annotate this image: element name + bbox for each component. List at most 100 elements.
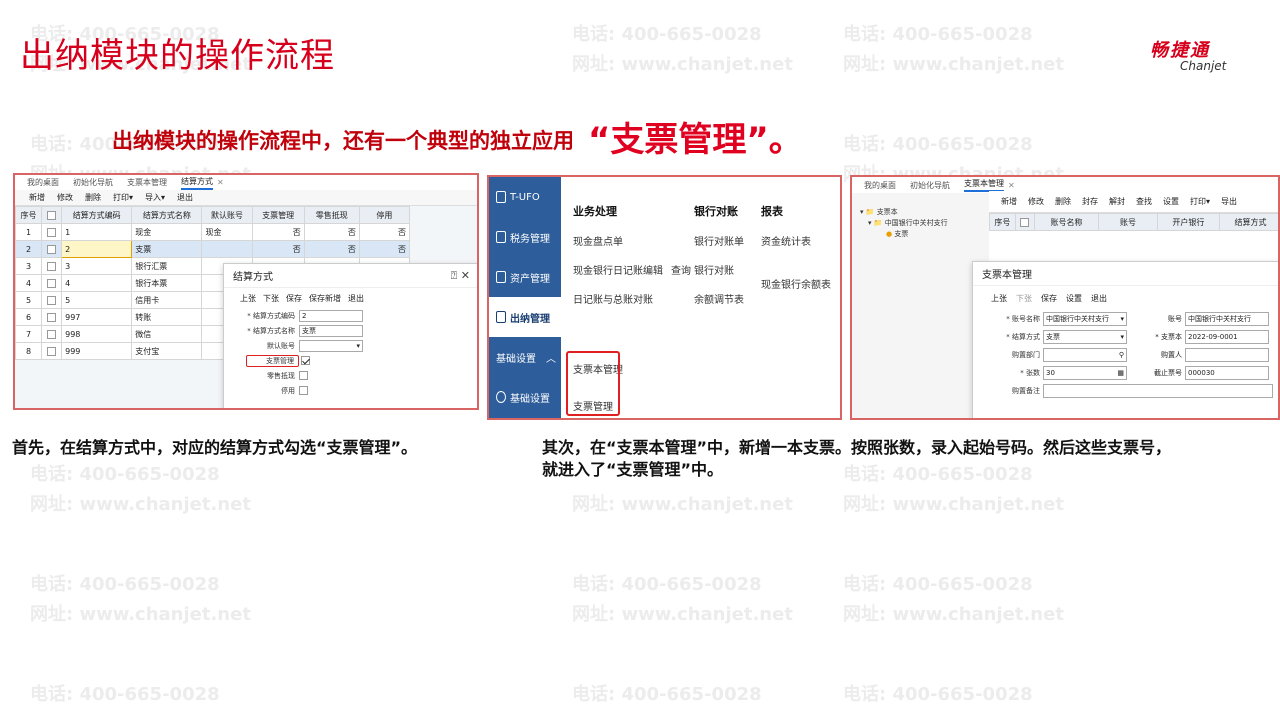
col-select[interactable]: [1014, 213, 1035, 231]
tab-init-nav[interactable]: 初始化导航: [910, 180, 950, 191]
acct-name-label: * 账号名称: [1006, 315, 1040, 323]
menu-query[interactable]: 查询: [671, 266, 691, 277]
import-button[interactable]: 导入▾: [145, 192, 165, 203]
row-checkbox-cell[interactable]: [41, 223, 63, 241]
col-select[interactable]: [41, 206, 63, 224]
tab-desktop[interactable]: 我的桌面: [864, 180, 896, 191]
cash-checkbox[interactable]: [299, 371, 308, 380]
new-button[interactable]: 新增: [1001, 196, 1017, 207]
menu-bank-reconcile[interactable]: 银行对账: [694, 262, 744, 277]
menu-balance-report[interactable]: 现金银行余额表: [761, 276, 831, 291]
table-row[interactable]: 1 1 现金 现金否否否: [15, 223, 411, 241]
nav-tufo[interactable]: T-UFO: [489, 177, 561, 217]
find-button[interactable]: 查找: [1136, 196, 1152, 207]
checkbook-tree: ▾ 📁 支票本 ▾ 📁 中国银行中关村支行 ● 支票: [860, 207, 948, 240]
menu-journal-edit[interactable]: 现金银行日记账编辑 查询: [573, 262, 691, 277]
edit-button[interactable]: 修改: [1028, 196, 1044, 207]
nav-tax[interactable]: 税务管理: [489, 217, 561, 257]
row-checkbox-cell[interactable]: [41, 325, 63, 343]
next-button[interactable]: 下张: [263, 293, 279, 304]
acct-name-select[interactable]: 中国银行中关村支行 ▾: [1043, 312, 1127, 326]
prev-button[interactable]: 上张: [991, 293, 1007, 304]
select-all-checkbox[interactable]: [1020, 217, 1030, 227]
export-button[interactable]: 导出: [1221, 196, 1237, 207]
close-icon[interactable]: ✕: [217, 178, 224, 187]
print-button[interactable]: 打印▾: [1190, 196, 1210, 207]
tab-checkbook[interactable]: 支票本管理: [964, 178, 1004, 192]
exit-button[interactable]: 退出: [1091, 293, 1107, 304]
row-checkbox-cell[interactable]: [41, 291, 63, 309]
table-row[interactable]: 2 2 支票否否否: [15, 240, 411, 258]
dept-input[interactable]: ⚲: [1043, 348, 1127, 362]
seal-button[interactable]: 封存: [1082, 196, 1098, 207]
search-icon[interactable]: ⚲: [1119, 349, 1124, 361]
count-input[interactable]: 30 ▦: [1043, 366, 1127, 380]
col-header: 开户银行: [1156, 213, 1220, 231]
delete-button[interactable]: 删除: [85, 192, 101, 203]
save-button[interactable]: 保存: [286, 293, 302, 304]
select-all-checkbox[interactable]: [47, 210, 57, 220]
next-button[interactable]: 下张: [1016, 293, 1032, 304]
tree-bank[interactable]: ▾ 📁 中国银行中关村支行: [860, 218, 948, 229]
calculator-icon[interactable]: ▦: [1117, 367, 1124, 379]
row-checkbox[interactable]: [47, 295, 57, 305]
account-select[interactable]: ▾: [299, 339, 363, 352]
code-input[interactable]: 2: [299, 309, 363, 322]
tree-check[interactable]: ● 支票: [860, 229, 948, 240]
nav-cashier[interactable]: 出纳管理: [489, 297, 561, 337]
end-input[interactable]: 000030: [1185, 366, 1269, 380]
row-checkbox[interactable]: [47, 312, 57, 322]
tab-init-nav[interactable]: 初始化导航: [73, 177, 113, 188]
account-label: 默认账号: [267, 341, 295, 350]
buyer-input[interactable]: [1185, 348, 1269, 362]
prev-button[interactable]: 上张: [240, 293, 256, 304]
row-checkbox[interactable]: [47, 346, 57, 356]
tab-settlement[interactable]: 结算方式: [181, 176, 213, 190]
settings-icon: [496, 391, 506, 403]
check-mgmt-checkbox[interactable]: [301, 356, 310, 365]
exit-button[interactable]: 退出: [348, 293, 364, 304]
nav-basic[interactable]: 基础设置 ︿: [489, 337, 561, 377]
row-checkbox[interactable]: [47, 244, 57, 254]
tab-desktop[interactable]: 我的桌面: [27, 177, 59, 188]
row-checkbox-cell[interactable]: [41, 308, 63, 326]
row-checkbox-cell[interactable]: [41, 257, 63, 275]
menu-cash-count[interactable]: 现金盘点单: [573, 233, 691, 248]
note-label: 购置备注: [1012, 387, 1040, 395]
settings-button[interactable]: 设置: [1066, 293, 1082, 304]
nav-asset[interactable]: 资产管理: [489, 257, 561, 297]
name-input[interactable]: 支票: [299, 324, 363, 337]
tab-checkbook[interactable]: 支票本管理: [127, 177, 167, 188]
new-button[interactable]: 新增: [29, 192, 45, 203]
row-checkbox[interactable]: [47, 227, 57, 237]
help-close-icon[interactable]: ⍰ ✕: [451, 269, 470, 283]
unseal-button[interactable]: 解封: [1109, 196, 1125, 207]
row-checkbox[interactable]: [47, 261, 57, 271]
stop-checkbox[interactable]: [299, 386, 308, 395]
delete-button[interactable]: 删除: [1055, 196, 1071, 207]
print-button[interactable]: 打印▾: [113, 192, 133, 203]
settle-select[interactable]: 支票 ▾: [1043, 330, 1127, 344]
settings-button[interactable]: 设置: [1163, 196, 1179, 207]
note-input[interactable]: [1043, 384, 1273, 398]
caption-step2-line2: 就进入了“支票管理”中。: [542, 460, 724, 479]
row-checkbox[interactable]: [47, 329, 57, 339]
check-mgmt-label: 支票管理: [246, 354, 299, 367]
row-checkbox[interactable]: [47, 278, 57, 288]
exit-button[interactable]: 退出: [177, 192, 193, 203]
book-input[interactable]: 2022-09-0001: [1185, 330, 1269, 344]
menu-fund-stats[interactable]: 资金统计表: [761, 233, 831, 248]
menu-bank-statement[interactable]: 银行对账单: [694, 233, 744, 248]
row-checkbox-cell[interactable]: [41, 274, 63, 292]
menu-balance-adjust[interactable]: 余额调节表: [694, 291, 744, 306]
save-new-button[interactable]: 保存新增: [309, 293, 341, 304]
row-checkbox-cell[interactable]: [41, 240, 63, 258]
nav-basic-settings[interactable]: 基础设置: [489, 377, 561, 417]
row-checkbox-cell[interactable]: [41, 342, 63, 360]
edit-button[interactable]: 修改: [57, 192, 73, 203]
close-icon[interactable]: ✕: [1008, 181, 1015, 190]
acct-input[interactable]: 中国银行中关村支行: [1185, 312, 1269, 326]
save-button[interactable]: 保存: [1041, 293, 1057, 304]
menu-journal-reconcile[interactable]: 日记账与总账对账: [573, 291, 691, 306]
tree-root[interactable]: ▾ 📁 支票本: [860, 207, 948, 218]
